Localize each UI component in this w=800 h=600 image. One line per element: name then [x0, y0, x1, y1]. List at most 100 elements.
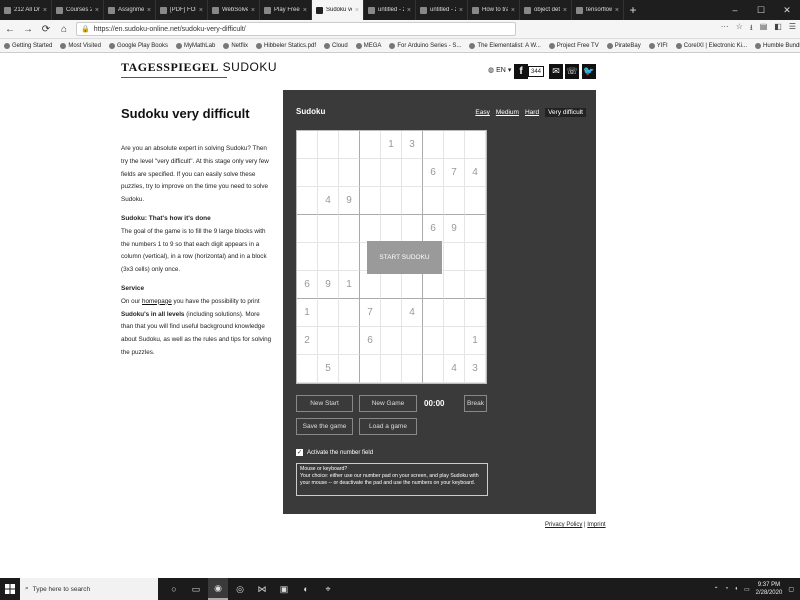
sudoku-cell[interactable] — [465, 243, 486, 271]
volume-icon[interactable]: ◖ — [734, 586, 738, 592]
sudoku-cell[interactable] — [339, 299, 360, 327]
sudoku-cell[interactable] — [360, 131, 381, 159]
sudoku-cell[interactable] — [444, 271, 465, 299]
break-button[interactable]: Break — [464, 395, 487, 412]
sudoku-cell[interactable] — [297, 355, 318, 383]
sudoku-cell[interactable] — [402, 159, 423, 187]
sudoku-cell[interactable] — [318, 299, 339, 327]
browser-tab[interactable]: tensorflow-obj× — [572, 0, 624, 20]
sudoku-cell[interactable] — [402, 187, 423, 215]
sudoku-cell[interactable] — [339, 327, 360, 355]
explorer-icon[interactable]: ▭ — [186, 578, 206, 600]
toolbar-icon[interactable]: ☰ — [789, 22, 796, 36]
browser-tab[interactable]: 212 All Draft -× — [0, 0, 52, 20]
taskbar-clock[interactable]: 9:37 PM 2/28/2020 — [756, 581, 783, 597]
browser-tab[interactable]: Assignment/y× — [104, 0, 156, 20]
sudoku-cell[interactable] — [360, 159, 381, 187]
tab-close-icon[interactable]: × — [199, 7, 203, 14]
sudoku-cell[interactable] — [360, 271, 381, 299]
sudoku-cell[interactable]: 4 — [465, 159, 486, 187]
sudoku-cell[interactable] — [423, 187, 444, 215]
sudoku-cell[interactable]: 3 — [402, 131, 423, 159]
sudoku-cell[interactable] — [381, 215, 402, 243]
network-icon[interactable]: ◔ — [725, 586, 729, 592]
sudoku-cell[interactable] — [318, 215, 339, 243]
browser-tab[interactable]: [PDF] FORECA× — [156, 0, 208, 20]
bookmark-item[interactable]: CorelXI | Electronic Ki... — [675, 42, 747, 49]
sudoku-cell[interactable]: 4 — [444, 355, 465, 383]
url-text[interactable]: https://en.sudoku-online.net/sudoku-very… — [94, 26, 511, 33]
privacy-policy-link[interactable]: Privacy Policy — [545, 522, 582, 528]
bookmark-item[interactable]: Humble Bundle — [754, 42, 800, 49]
taskbar-search[interactable]: ⌕ Type here to search — [20, 578, 158, 600]
sudoku-cell[interactable] — [444, 299, 465, 327]
sudoku-cell[interactable] — [339, 159, 360, 187]
sudoku-cell[interactable] — [381, 299, 402, 327]
tab-close-icon[interactable]: × — [615, 7, 619, 14]
vscode-icon[interactable]: ⋈ — [252, 578, 272, 600]
sudoku-cell[interactable] — [360, 215, 381, 243]
browser-tab[interactable]: Courses 2020/× — [52, 0, 104, 20]
homepage-link[interactable]: homepage — [142, 298, 172, 305]
toolbar-icon[interactable]: ⭳ — [750, 22, 753, 36]
browser-tab[interactable]: Play Free Sudo× — [260, 0, 312, 20]
sudoku-cell[interactable] — [402, 215, 423, 243]
site-logo[interactable]: TAGESSPIEGEL SUDOKU — [121, 60, 277, 75]
sudoku-cell[interactable] — [465, 187, 486, 215]
tab-close-icon[interactable]: × — [355, 7, 359, 14]
tab-close-icon[interactable]: × — [43, 7, 47, 14]
browser-tab[interactable]: How to train a× — [468, 0, 520, 20]
sudoku-cell[interactable]: 9 — [339, 187, 360, 215]
sudoku-cell[interactable] — [423, 131, 444, 159]
tab-close-icon[interactable]: × — [563, 7, 567, 14]
sudoku-cell[interactable] — [297, 243, 318, 271]
maximize-button[interactable]: ☐ — [748, 0, 774, 20]
sudoku-cell[interactable]: 2 — [297, 327, 318, 355]
sudoku-cell[interactable] — [402, 271, 423, 299]
sudoku-cell[interactable] — [465, 271, 486, 299]
new-start-button[interactable]: New Start — [296, 395, 353, 412]
sudoku-cell[interactable] — [297, 215, 318, 243]
sudoku-cell[interactable] — [318, 327, 339, 355]
browser-tab[interactable]: untitled - 2021× — [416, 0, 468, 20]
sudoku-cell[interactable] — [402, 327, 423, 355]
toolbar-icon[interactable]: ◧ — [774, 22, 782, 36]
tab-close-icon[interactable]: × — [511, 7, 515, 14]
address-bar[interactable]: 🔒 https://en.sudoku-online.net/sudoku-ve… — [76, 22, 516, 36]
sudoku-cell[interactable] — [423, 299, 444, 327]
sudoku-cell[interactable]: 1 — [297, 299, 318, 327]
toolbar-icon[interactable]: ··· — [721, 22, 729, 36]
tab-close-icon[interactable]: × — [147, 7, 151, 14]
sudoku-cell[interactable] — [297, 131, 318, 159]
sudoku-cell[interactable] — [318, 131, 339, 159]
tab-close-icon[interactable]: × — [407, 7, 411, 14]
sudoku-cell[interactable] — [297, 187, 318, 215]
bookmark-item[interactable]: PirateBay — [606, 42, 641, 49]
sudoku-cell[interactable] — [402, 355, 423, 383]
maps-icon[interactable]: ⌖ — [318, 578, 338, 600]
sudoku-cell[interactable] — [444, 131, 465, 159]
sudoku-cell[interactable] — [360, 355, 381, 383]
tab-close-icon[interactable]: × — [303, 7, 307, 14]
reload-icon[interactable]: ⟳ — [40, 24, 52, 35]
browser-tab[interactable]: WebSolver - C× — [208, 0, 260, 20]
sudoku-cell[interactable] — [318, 159, 339, 187]
home-icon[interactable]: ⌂ — [58, 24, 70, 35]
sudoku-cell[interactable]: 1 — [339, 271, 360, 299]
bookmark-item[interactable]: The Elementalist: A W... — [469, 42, 541, 49]
sudoku-cell[interactable] — [381, 271, 402, 299]
bookmark-item[interactable]: Google Play Books — [108, 42, 168, 49]
save-game-button[interactable]: Save the game — [296, 418, 353, 435]
level-link[interactable]: Medium — [496, 109, 519, 117]
sudoku-cell[interactable] — [360, 187, 381, 215]
firefox-icon[interactable]: ◉ — [208, 578, 228, 600]
sudoku-cell[interactable] — [297, 159, 318, 187]
new-game-button[interactable]: New Game — [359, 395, 417, 412]
sudoku-cell[interactable]: 1 — [381, 131, 402, 159]
language-selector[interactable]: ◍ EN ▾ — [488, 66, 511, 75]
checkbox[interactable]: ✓ — [296, 449, 303, 456]
imprint-link[interactable]: Imprint — [587, 522, 605, 528]
sudoku-cell[interactable] — [465, 215, 486, 243]
facebook-icon[interactable]: f — [514, 64, 528, 79]
bookmark-item[interactable]: MEGA — [355, 42, 381, 49]
